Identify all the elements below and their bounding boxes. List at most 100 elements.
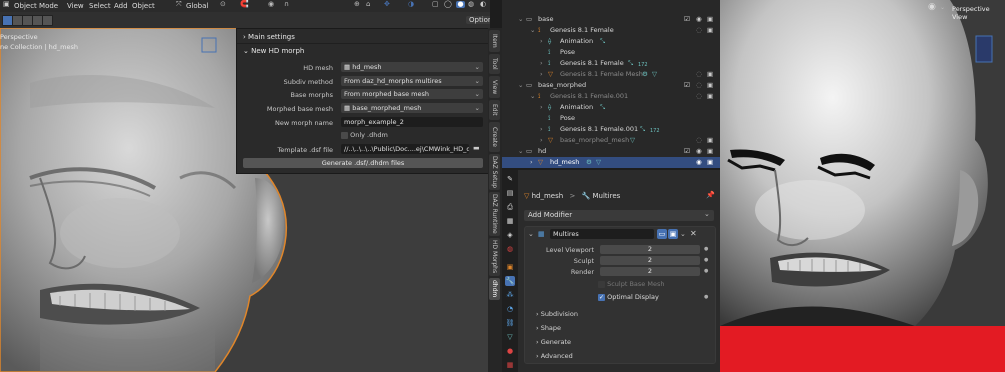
sculpt-base-mesh-checkbox[interactable]: Sculpt Base Mesh — [598, 280, 664, 288]
menu-view[interactable]: View — [67, 2, 84, 10]
options-button[interactable]: Options — [466, 16, 490, 24]
realtime-toggle-icon[interactable]: ▣ — [668, 229, 678, 239]
outliner-row[interactable]: › ▽ Genesis 8.1 Female Mesh ⚙ ▽ ◌ ▣ — [502, 69, 720, 80]
falloff-icon[interactable]: ∩ — [284, 1, 289, 8]
close-icon[interactable]: ✕ — [690, 229, 697, 238]
shading-rendered-icon[interactable]: ◐ — [480, 1, 486, 8]
tab-dhdm[interactable]: dhdm — [489, 278, 500, 300]
render-icon[interactable]: ▤ — [505, 188, 515, 198]
transform-orientation-select[interactable]: Global — [186, 2, 208, 10]
base-morphs-select[interactable]: From morphed base mesh ⌄ — [341, 89, 483, 99]
eye-icon[interactable]: ◌ — [696, 91, 702, 102]
subdiv-method-select[interactable]: From daz_hd_morphs multires ⌄ — [341, 76, 483, 86]
add-modifier-button[interactable]: Add Modifier ⌄ — [524, 210, 714, 221]
main-settings-header[interactable]: › Main settings — [243, 33, 295, 41]
tab-item[interactable]: Item — [489, 30, 500, 52]
constraints-icon[interactable]: ⛓ — [505, 318, 515, 328]
viewport-3d-right[interactable]: ◉ ⌄ Perspective View — [720, 0, 1005, 372]
checkbox-icon[interactable]: ☑ — [684, 146, 690, 157]
camera-icon[interactable]: ▣ — [707, 14, 713, 25]
xray-icon[interactable]: ▢ — [432, 1, 439, 8]
template-dsf-input[interactable]: //..\..\..\..\Public\Doc....ej\CMWink_HD… — [341, 144, 469, 154]
folder-icon[interactable]: ▬ — [473, 145, 480, 152]
shading-wire-icon[interactable]: ◯ — [444, 1, 452, 8]
chevron-down-icon[interactable]: ⌄ — [680, 230, 686, 238]
camera-icon[interactable]: ▣ — [707, 157, 713, 168]
viewport-3d-left[interactable]: ▣ Object Mode View Select Add Object ⤧ G… — [0, 0, 490, 372]
gizmo-icon[interactable]: ⊕ — [354, 1, 360, 8]
view-layer-icon[interactable]: ▦ — [505, 216, 515, 226]
morphed-base-mesh-field[interactable]: ▦ base_morphed_mesh ⌄ — [341, 103, 483, 113]
generate-button[interactable]: Generate .dsf/.dhdm files — [243, 158, 483, 168]
render-field[interactable]: 2 — [600, 267, 700, 276]
editmode-toggle-icon[interactable]: ▭ — [657, 229, 667, 239]
tab-view[interactable]: View — [489, 76, 500, 98]
chevron-down-icon[interactable]: ⌄ — [528, 230, 534, 238]
outliner-row[interactable]: › ⟟ Genesis 8.1 Female ⤡ 172 — [502, 58, 720, 69]
keyframe-dot-icon[interactable]: ● — [704, 294, 708, 300]
shading-solid-icon[interactable]: ● — [456, 1, 465, 8]
camera-icon[interactable]: ▣ — [707, 25, 713, 36]
outliner-row[interactable]: › ▽ base_morphed_mesh ▽ ◌ ▣ — [502, 135, 720, 146]
keyframe-dot-icon[interactable]: ● — [704, 268, 708, 274]
optimal-display-checkbox[interactable]: ✓ Optimal Display — [598, 293, 659, 301]
physics-icon[interactable]: ◔ — [505, 304, 515, 314]
material-icon[interactable]: ● — [505, 346, 515, 356]
tab-tool[interactable]: Tool — [489, 54, 500, 74]
tab-daz-runtime[interactable]: DAZ Runtime — [489, 192, 500, 236]
world-icon[interactable]: ◍ — [505, 244, 515, 254]
tab-daz-setup[interactable]: DAZ Setup — [489, 154, 500, 190]
pivot-icon[interactable]: ⊙ — [220, 1, 226, 8]
new-hd-morph-header[interactable]: ⌄ New HD morph — [243, 47, 304, 55]
camera-icon[interactable]: ▣ — [707, 69, 713, 80]
mode-select[interactable]: Object Mode — [14, 2, 58, 10]
new-morph-name-input[interactable]: morph_example_2 — [341, 117, 483, 127]
outliner-row[interactable]: ⌄ ▭ hd ☑ ◉ ▣ — [502, 146, 720, 157]
camera-icon[interactable]: ▣ — [707, 80, 713, 91]
only-dhdm-checkbox[interactable]: Only .dhdm — [341, 131, 388, 139]
texture-icon[interactable]: ▦ — [505, 360, 515, 370]
eye-icon[interactable]: ◌ — [696, 69, 702, 80]
data-icon[interactable]: ▽ — [505, 332, 515, 342]
checkbox-icon[interactable]: ☑ — [684, 14, 690, 25]
level-viewport-field[interactable]: 2 — [600, 245, 700, 254]
eye-icon[interactable]: ◉ — [696, 157, 702, 168]
tab-hd-morphs[interactable]: HD Morphs — [489, 238, 500, 276]
navigate-icon[interactable]: ✥ — [384, 1, 390, 8]
outliner-row-selected[interactable]: › ▽ hd_mesh ⚙ ▽ ◉ ▣ — [502, 157, 720, 168]
eye-icon[interactable]: ◉ — [696, 146, 702, 157]
output-icon[interactable]: ⎙ — [505, 202, 515, 212]
view-icon[interactable]: ⌂ — [366, 1, 370, 8]
outliner-row[interactable]: › ⟠ Animation ⤡ — [502, 36, 720, 47]
subpanel-generate[interactable]: › Generate — [536, 338, 571, 346]
object-icon[interactable]: ▣ — [505, 262, 515, 272]
keyframe-dot-icon[interactable]: ● — [704, 257, 708, 263]
pin-icon[interactable]: 📌 — [706, 192, 715, 199]
eye-icon[interactable]: ◌ — [696, 80, 702, 91]
outliner-row[interactable]: › ⟠ Animation ⤡ — [502, 102, 720, 113]
outliner-row[interactable]: ⌄ ⟟ Genesis 8.1 Female ◌ ▣ — [502, 25, 720, 36]
sculpt-field[interactable]: 2 — [600, 256, 700, 265]
outliner-row[interactable]: › ⟟ Genesis 8.1 Female.001 ⤡ 172 — [502, 124, 720, 135]
tab-create[interactable]: Create — [489, 122, 500, 152]
modifier-name-input[interactable]: Multires — [550, 229, 654, 239]
tool-icon[interactable]: ✎ — [505, 174, 515, 184]
outliner-row[interactable]: ⌄ ▭ base_morphed ☑ ◌ ▣ — [502, 80, 720, 91]
outliner-row[interactable]: ⌄ ▭ base ☑ ◉ ▣ — [502, 14, 720, 25]
outliner-row[interactable]: ⌄ ⟟ Genesis 8.1 Female.001 ◌ ▣ — [502, 91, 720, 102]
proportional-edit-icon[interactable]: ◉ — [268, 1, 274, 8]
eye-icon[interactable]: ◌ — [696, 135, 702, 146]
camera-view-icon[interactable]: ◉ — [928, 3, 936, 12]
menu-add[interactable]: Add — [114, 2, 128, 10]
chevron-down-icon[interactable]: ⌄ — [940, 5, 945, 11]
subpanel-advanced[interactable]: › Advanced — [536, 352, 573, 360]
subpanel-shape[interactable]: › Shape — [536, 324, 561, 332]
camera-icon[interactable]: ▣ — [707, 91, 713, 102]
outliner-row[interactable]: ⟟ Pose — [502, 47, 720, 58]
hd-mesh-field[interactable]: ▦ hd_mesh ⌄ — [341, 62, 483, 72]
eye-icon[interactable]: ◉ — [696, 14, 702, 25]
menu-object[interactable]: Object — [132, 2, 155, 10]
camera-icon[interactable]: ▣ — [707, 146, 713, 157]
scene-icon[interactable]: ◈ — [505, 230, 515, 240]
shading-material-icon[interactable]: ◍ — [468, 1, 474, 8]
